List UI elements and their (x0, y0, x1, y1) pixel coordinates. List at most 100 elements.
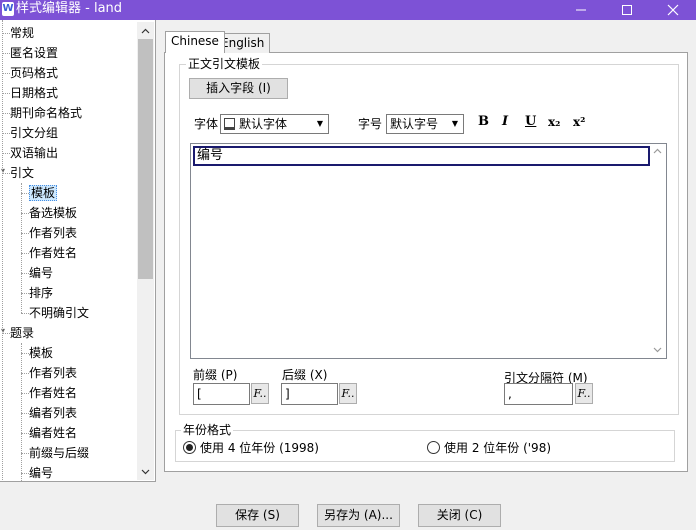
scroll-thumb[interactable] (138, 39, 153, 279)
tree-item[interactable]: 题录 (10, 323, 34, 343)
tree-item[interactable]: 匿名设置 (10, 43, 58, 63)
tree-item[interactable]: 双语输出 (10, 143, 58, 163)
minimize-icon (576, 9, 586, 11)
tree-item[interactable]: 排序 (29, 283, 53, 303)
chevron-up-icon (141, 28, 150, 33)
tree-item-label: 编号 (29, 266, 54, 280)
close-dialog-button[interactable]: 关闭 (C) (418, 504, 501, 527)
editor-scrollbar[interactable] (649, 144, 666, 358)
prefix-label: 前缀 (P) (193, 368, 238, 382)
tree-item-label: 模板 (29, 346, 54, 360)
save-as-button[interactable]: 另存为 (A)... (317, 504, 400, 527)
size-value: 默认字号 (390, 117, 439, 131)
tree-connector (2, 113, 10, 114)
minimize-button[interactable] (563, 0, 599, 20)
font-select[interactable]: 默认字体 ▼ (220, 114, 329, 134)
tree-item[interactable]: 备选模板 (29, 203, 77, 223)
prefix-input[interactable]: [ (193, 383, 250, 405)
tree-connector (21, 473, 29, 474)
tree-item[interactable]: 页码格式 (10, 63, 58, 83)
year-2digit-label[interactable]: 使用 2 位年份 ('98) (444, 441, 551, 455)
tree-item-label: 期刊命名格式 (10, 106, 83, 120)
size-label: 字号 (358, 117, 383, 131)
tree-item-label: 编者姓名 (29, 426, 78, 440)
insert-field-button[interactable]: 插入字段 (I) (189, 78, 288, 99)
tree-item-label: 排序 (29, 286, 54, 300)
tree-connector (21, 343, 22, 481)
template-group-title: 正文引文模板 (186, 57, 263, 71)
title-bar: W 样式编辑器 - land (0, 0, 696, 20)
italic-button[interactable]: I (502, 114, 508, 130)
close-button[interactable] (655, 0, 691, 20)
tree-item[interactable]: 引文 (10, 163, 34, 183)
tree-item[interactable]: 编者列表 (29, 403, 77, 423)
save-button[interactable]: 保存 (S) (216, 504, 299, 527)
separator-format-button[interactable]: F.. (575, 383, 593, 404)
chevron-down-icon (653, 347, 662, 353)
template-editor[interactable]: 编号 (190, 143, 667, 359)
chevron-down-icon: ▼ (316, 119, 323, 128)
suffix-input[interactable]: ] (281, 383, 338, 405)
tree-item-label: 不明确引文 (29, 306, 90, 320)
tree-connector (2, 73, 10, 74)
window-title: 样式编辑器 - land (16, 1, 123, 16)
tree-item[interactable]: 日期格式 (10, 83, 58, 103)
tree-connector (21, 453, 29, 454)
scroll-down-button[interactable] (137, 463, 154, 480)
chevron-up-icon (653, 148, 662, 154)
tab-chinese[interactable]: Chinese (165, 31, 225, 53)
tree-item-label: 引文分组 (10, 126, 59, 140)
tree-connector (2, 153, 10, 154)
bold-button[interactable]: B (478, 114, 489, 130)
tree-item-label: 前缀与后缀 (29, 446, 90, 460)
tree-item[interactable]: 作者列表 (29, 223, 77, 243)
tree-item[interactable]: 编者姓名 (29, 423, 77, 443)
tree-item-label: 日期格式 (10, 86, 59, 100)
tree-item[interactable]: 编号 (29, 263, 53, 283)
underline-button[interactable]: U (525, 114, 536, 130)
size-select[interactable]: 默认字号 ▼ (386, 114, 464, 134)
tree-item-label: 题录 (10, 326, 35, 340)
tree-connector (21, 313, 29, 314)
style-tree[interactable]: 常规 匿名设置 页码格式 日期格式 期刊命名格式 引文分组 双语输出 引文 ▾ 模板 备选模板 作者列… (0, 20, 156, 482)
tree-item-label: 作者列表 (29, 366, 78, 380)
suffix-format-button[interactable]: F.. (339, 383, 357, 404)
prefix-format-button[interactable]: F.. (251, 383, 269, 404)
tree-item-label: 匿名设置 (10, 46, 59, 60)
tree-scrollbar[interactable] (137, 22, 154, 480)
tree-connector (21, 293, 29, 294)
app-icon: W (2, 2, 14, 16)
tree-connector (21, 183, 22, 313)
tree-item[interactable]: 引文分组 (10, 123, 58, 143)
tree-item[interactable]: 不明确引文 (29, 303, 89, 323)
maximize-button[interactable] (609, 0, 645, 20)
maximize-icon (622, 5, 632, 15)
year-2digit-radio[interactable] (427, 441, 440, 454)
tree-connector (21, 213, 29, 214)
tree-item-label: 编者列表 (29, 406, 78, 420)
tree-item[interactable]: 常规 (10, 23, 34, 43)
editor-field-token[interactable]: 编号 (193, 146, 650, 166)
tree-connector (2, 133, 10, 134)
year-4digit-radio[interactable] (183, 441, 196, 454)
tree-item[interactable]: 作者姓名 (29, 243, 77, 263)
tree-item[interactable]: 作者姓名 (29, 383, 77, 403)
tree-item[interactable]: 作者列表 (29, 363, 77, 383)
tree-item-label: 常规 (10, 26, 35, 40)
tree-item[interactable]: 模板 (29, 343, 53, 363)
tree-item-label: 作者列表 (29, 226, 78, 240)
scroll-up-button[interactable] (137, 22, 154, 39)
subscript-button[interactable]: x₂ (548, 114, 560, 130)
chevron-down-icon: ▼ (451, 119, 458, 128)
tree-item[interactable]: 前缀与后缀 (29, 443, 89, 463)
tree-item-label: 备选模板 (29, 206, 78, 220)
tree-connector (2, 33, 10, 34)
tree-item[interactable]: 编号 (29, 463, 53, 481)
tree-connector (21, 233, 29, 234)
year-4digit-label[interactable]: 使用 4 位年份 (1998) (200, 441, 319, 455)
superscript-button[interactable]: x² (573, 114, 585, 130)
separator-input[interactable]: , (504, 383, 573, 405)
tree-item[interactable]: 期刊命名格式 (10, 103, 82, 123)
close-icon (667, 4, 679, 16)
tree-item[interactable]: 模板 (29, 183, 58, 203)
